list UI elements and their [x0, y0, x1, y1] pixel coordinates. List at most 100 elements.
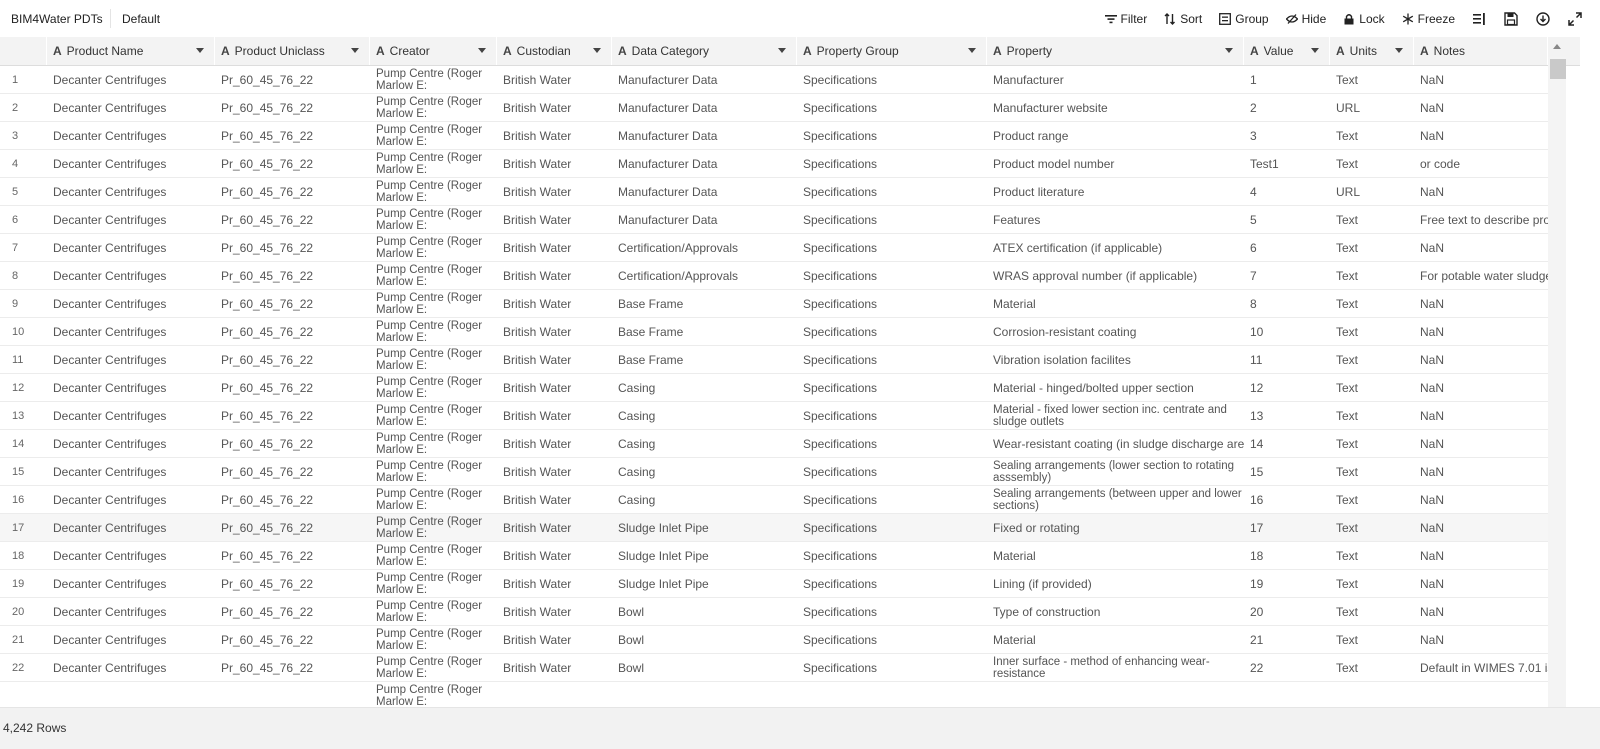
cell-custodian[interactable]: British Water: [497, 458, 612, 485]
table-row[interactable]: 21 Decanter Centrifuges Pr_60_45_76_22 Pump…: [0, 626, 1548, 654]
cell-idx[interactable]: 12: [0, 374, 47, 401]
cell-custodian[interactable]: British Water: [497, 318, 612, 345]
cell-creator[interactable]: Pump Centre (Roger Marlow E:: [370, 150, 497, 177]
column-header-units[interactable]: A Units: [1330, 37, 1414, 65]
cell-custodian[interactable]: British Water: [497, 66, 612, 93]
cell-units[interactable]: Text: [1330, 598, 1414, 625]
cell-uniclass[interactable]: Pr_60_45_76_22: [215, 66, 370, 93]
cell-property[interactable]: Lining (if provided): [987, 570, 1244, 597]
cell-units[interactable]: Text: [1330, 486, 1414, 513]
cell-custodian[interactable]: British Water: [497, 94, 612, 121]
cell-custodian[interactable]: British Water: [497, 290, 612, 317]
cell-notes[interactable]: NaN: [1414, 570, 1548, 597]
cell-group[interactable]: Specifications: [797, 290, 987, 317]
column-header-product-uniclass[interactable]: A Product Uniclass: [215, 37, 370, 65]
cell-group[interactable]: Specifications: [797, 654, 987, 681]
cell-uniclass[interactable]: Pr_60_45_76_22: [215, 570, 370, 597]
cell-category[interactable]: Casing: [612, 374, 797, 401]
lock-button[interactable]: Lock: [1343, 12, 1385, 26]
cell-category[interactable]: Manufacturer Data: [612, 122, 797, 149]
cell-notes[interactable]: NaN: [1414, 402, 1548, 429]
cell-property[interactable]: Sealing arrangements (between upper and …: [987, 486, 1244, 513]
cell-uniclass[interactable]: Pr_60_45_76_22: [215, 318, 370, 345]
save-button[interactable]: [1504, 11, 1518, 26]
cell-notes[interactable]: [1414, 682, 1548, 707]
cell-idx[interactable]: 17: [0, 514, 47, 541]
cell-value[interactable]: 18: [1244, 542, 1330, 569]
cell-creator[interactable]: Pump Centre (Roger Marlow E:: [370, 626, 497, 653]
cell-idx[interactable]: 5: [0, 178, 47, 205]
cell-custodian[interactable]: British Water: [497, 346, 612, 373]
cell-notes[interactable]: NaN: [1414, 458, 1548, 485]
cell-value[interactable]: 17: [1244, 514, 1330, 541]
table-row[interactable]: 2 Decanter Centrifuges Pr_60_45_76_22 Pump …: [0, 94, 1548, 122]
cell-custodian[interactable]: British Water: [497, 570, 612, 597]
column-header-notes[interactable]: A Notes: [1414, 37, 1548, 65]
cell-uniclass[interactable]: Pr_60_45_76_22: [215, 346, 370, 373]
cell-group[interactable]: Specifications: [797, 346, 987, 373]
dropdown-caret-icon[interactable]: [593, 48, 601, 53]
cell-custodian[interactable]: British Water: [497, 486, 612, 513]
cell-value[interactable]: 15: [1244, 458, 1330, 485]
cell-notes[interactable]: NaN: [1414, 374, 1548, 401]
cell-group[interactable]: Specifications: [797, 178, 987, 205]
cell-value[interactable]: 21: [1244, 626, 1330, 653]
cell-idx[interactable]: 22: [0, 654, 47, 681]
cell-creator[interactable]: Pump Centre (Roger Marlow E:: [370, 122, 497, 149]
cell-value[interactable]: 2: [1244, 94, 1330, 121]
cell-value[interactable]: 14: [1244, 430, 1330, 457]
vertical-scrollbar[interactable]: [1548, 57, 1566, 727]
cell-creator[interactable]: Pump Centre (Roger Marlow E:: [370, 402, 497, 429]
cell-units[interactable]: Text: [1330, 514, 1414, 541]
cell-idx[interactable]: 13: [0, 402, 47, 429]
cell-name[interactable]: Decanter Centrifuges: [47, 178, 215, 205]
cell-uniclass[interactable]: Pr_60_45_76_22: [215, 290, 370, 317]
hide-button[interactable]: Hide: [1285, 12, 1326, 26]
download-button[interactable]: [1536, 11, 1550, 26]
cell-idx[interactable]: [0, 682, 47, 707]
cell-custodian[interactable]: British Water: [497, 178, 612, 205]
cell-group[interactable]: [797, 682, 987, 707]
cell-group[interactable]: Specifications: [797, 206, 987, 233]
cell-uniclass[interactable]: Pr_60_45_76_22: [215, 402, 370, 429]
table-row[interactable]: 10 Decanter Centrifuges Pr_60_45_76_22 Pump…: [0, 318, 1548, 346]
cell-category[interactable]: Manufacturer Data: [612, 178, 797, 205]
table-row[interactable]: 5 Decanter Centrifuges Pr_60_45_76_22 Pump …: [0, 178, 1548, 206]
cell-creator[interactable]: Pump Centre (Roger Marlow E:: [370, 654, 497, 681]
cell-idx[interactable]: 2: [0, 94, 47, 121]
cell-idx[interactable]: 18: [0, 542, 47, 569]
cell-notes[interactable]: NaN: [1414, 430, 1548, 457]
column-header-creator[interactable]: A Creator: [370, 37, 497, 65]
cell-value[interactable]: 1: [1244, 66, 1330, 93]
cell-name[interactable]: Decanter Centrifuges: [47, 402, 215, 429]
cell-idx[interactable]: 9: [0, 290, 47, 317]
cell-property[interactable]: Vibration isolation facilites: [987, 346, 1244, 373]
dropdown-caret-icon[interactable]: [1311, 48, 1319, 53]
cell-creator[interactable]: Pump Centre (Roger Marlow E:: [370, 346, 497, 373]
cell-uniclass[interactable]: Pr_60_45_76_22: [215, 486, 370, 513]
cell-units[interactable]: Text: [1330, 430, 1414, 457]
table-row[interactable]: 16 Decanter Centrifuges Pr_60_45_76_22 Pump…: [0, 486, 1548, 514]
table-row[interactable]: 1 Decanter Centrifuges Pr_60_45_76_22 Pump …: [0, 66, 1548, 94]
cell-units[interactable]: Text: [1330, 290, 1414, 317]
cell-property[interactable]: ATEX certification (if applicable): [987, 234, 1244, 261]
cell-units[interactable]: Text: [1330, 458, 1414, 485]
cell-creator[interactable]: Pump Centre (Roger Marlow E:: [370, 374, 497, 401]
cell-uniclass[interactable]: Pr_60_45_76_22: [215, 150, 370, 177]
cell-units[interactable]: Text: [1330, 570, 1414, 597]
column-header-value[interactable]: A Value: [1244, 37, 1330, 65]
cell-creator[interactable]: Pump Centre (Roger Marlow E:: [370, 598, 497, 625]
cell-property[interactable]: Product literature: [987, 178, 1244, 205]
cell-notes[interactable]: NaN: [1414, 486, 1548, 513]
table-row[interactable]: 3 Decanter Centrifuges Pr_60_45_76_22 Pump …: [0, 122, 1548, 150]
cell-custodian[interactable]: British Water: [497, 430, 612, 457]
cell-property[interactable]: WRAS approval number (if applicable): [987, 262, 1244, 289]
cell-property[interactable]: Corrosion-resistant coating: [987, 318, 1244, 345]
cell-custodian[interactable]: British Water: [497, 234, 612, 261]
cell-custodian[interactable]: British Water: [497, 122, 612, 149]
cell-property[interactable]: Inner surface - method of enhancing wear…: [987, 654, 1244, 681]
cell-value[interactable]: 3: [1244, 122, 1330, 149]
cell-name[interactable]: Decanter Centrifuges: [47, 430, 215, 457]
cell-category[interactable]: [612, 682, 797, 707]
dropdown-caret-icon[interactable]: [968, 48, 976, 53]
